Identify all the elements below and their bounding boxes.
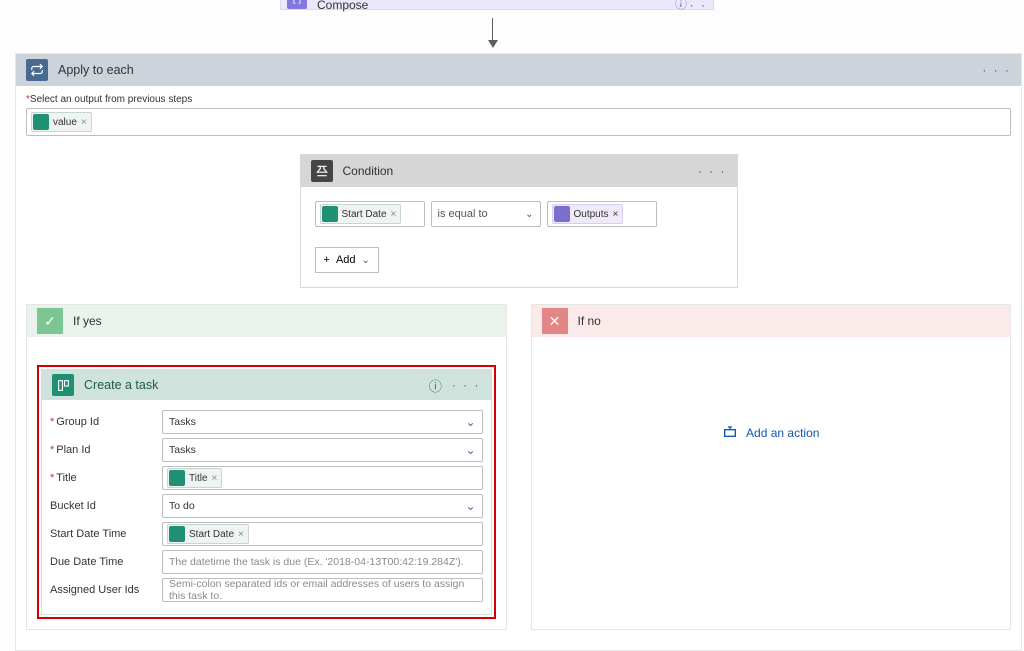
add-condition-row-button[interactable]: + Add ⌄ <box>315 247 379 273</box>
x-icon: ✕ <box>542 308 568 334</box>
loop-icon <box>26 59 48 81</box>
dynamic-value-icon <box>322 206 338 222</box>
chevron-down-icon: ⌄ <box>465 415 475 429</box>
token-label: Outputs <box>574 209 609 220</box>
if-no-label: If no <box>578 314 601 328</box>
compose-card: { } Compose ⓘ · · · <box>280 0 714 10</box>
token-label: Start Date <box>189 529 234 540</box>
create-task-menu-button[interactable]: · · · <box>452 378 481 392</box>
select-output-input[interactable]: value × <box>26 108 1011 136</box>
field-title: *Title Title × <box>50 466 483 490</box>
group-id-select[interactable]: Tasks ⌄ <box>162 410 483 434</box>
due-date-input[interactable]: The datetime the task is due (Ex. '2018-… <box>162 550 483 574</box>
field-group-id: *Group Id Tasks ⌄ <box>50 410 483 434</box>
chevron-down-icon: ⌄ <box>465 499 475 513</box>
planner-icon <box>52 374 74 396</box>
bucket-id-select[interactable]: To do ⌄ <box>162 494 483 518</box>
remove-token-button[interactable]: × <box>613 209 619 220</box>
if-yes-label: If yes <box>73 314 102 328</box>
apply-to-each-title: Apply to each <box>58 63 134 77</box>
start-date-input[interactable]: Start Date × <box>162 522 483 546</box>
chevron-down-icon: ⌄ <box>465 443 475 457</box>
apply-to-each-card: Apply to each · · · *Select an output fr… <box>15 53 1022 651</box>
chevron-down-icon: ⌄ <box>525 209 533 220</box>
plan-id-value: Tasks <box>169 444 196 456</box>
field-plan-id: *Plan Id Tasks ⌄ <box>50 438 483 462</box>
title-input[interactable]: Title × <box>162 466 483 490</box>
field-assigned-user-ids: Assigned User Ids Semi-colon separated i… <box>50 578 483 602</box>
condition-card: Condition · · · Start Date × is equal to… <box>300 154 738 288</box>
condition-branches: ✓ If yes Create a task ⓘ · · · <box>26 304 1011 630</box>
add-action-label: Add an action <box>746 426 819 440</box>
dynamic-value-icon <box>169 526 185 542</box>
if-yes-header[interactable]: ✓ If yes <box>27 305 506 337</box>
assigned-user-input[interactable]: Semi-colon separated ids or email addres… <box>162 578 483 602</box>
create-task-form: *Group Id Tasks ⌄ *Plan Id Tas <box>42 400 491 614</box>
create-task-card: Create a task ⓘ · · · *Group Id Tasks ⌄ <box>41 369 492 615</box>
dynamic-value-icon <box>33 114 49 130</box>
create-task-title: Create a task <box>84 378 158 392</box>
field-start-date-time: Start Date Time Start Date × <box>50 522 483 546</box>
chevron-down-icon: ⌄ <box>362 255 370 266</box>
operator-value: is equal to <box>438 208 488 220</box>
start-date-token[interactable]: Start Date × <box>320 204 402 224</box>
selection-highlight: Create a task ⓘ · · · *Group Id Tasks ⌄ <box>37 365 496 619</box>
token-label: value <box>53 117 77 128</box>
remove-token-button[interactable]: × <box>81 117 87 128</box>
condition-icon <box>311 160 333 182</box>
dynamic-value-icon <box>554 206 570 222</box>
apply-to-each-menu-button[interactable]: · · · <box>982 63 1011 77</box>
remove-token-button[interactable]: × <box>212 473 218 484</box>
token-label: Title <box>189 473 208 484</box>
add-action-button[interactable]: Add an action <box>542 365 1001 501</box>
field-bucket-id: Bucket Id To do ⌄ <box>50 494 483 518</box>
token-label: Start Date <box>342 209 387 220</box>
select-output-label: *Select an output from previous steps <box>26 94 1011 105</box>
compose-icon: { } <box>287 0 307 9</box>
title-token[interactable]: Title × <box>167 468 222 488</box>
condition-right-input[interactable]: Outputs × <box>547 201 657 227</box>
assigned-user-placeholder: Semi-colon separated ids or email addres… <box>169 578 476 602</box>
condition-menu-button[interactable]: · · · <box>698 164 727 178</box>
if-no-branch: ✕ If no Add an action <box>531 304 1012 630</box>
compose-title: Compose <box>317 0 368 12</box>
condition-left-input[interactable]: Start Date × <box>315 201 425 227</box>
if-no-header[interactable]: ✕ If no <box>532 305 1011 337</box>
start-date-token[interactable]: Start Date × <box>167 524 249 544</box>
due-date-placeholder: The datetime the task is due (Ex. '2018-… <box>169 556 464 568</box>
condition-header[interactable]: Condition · · · <box>301 155 737 187</box>
field-due-date-time: Due Date Time The datetime the task is d… <box>50 550 483 574</box>
check-icon: ✓ <box>37 308 63 334</box>
apply-to-each-body: *Select an output from previous steps va… <box>16 86 1021 650</box>
compose-menu-button[interactable]: · · · <box>678 0 707 12</box>
bucket-id-value: To do <box>169 500 195 512</box>
create-task-header[interactable]: Create a task ⓘ · · · <box>42 370 491 400</box>
remove-token-button[interactable]: × <box>391 209 397 220</box>
remove-token-button[interactable]: × <box>238 529 244 540</box>
value-token[interactable]: value × <box>31 112 92 132</box>
if-no-body: Add an action <box>532 337 1011 511</box>
plan-id-select[interactable]: Tasks ⌄ <box>162 438 483 462</box>
condition-title: Condition <box>343 164 394 178</box>
apply-to-each-header[interactable]: Apply to each · · · <box>16 54 1021 86</box>
if-yes-body: Create a task ⓘ · · · *Group Id Tasks ⌄ <box>27 337 506 629</box>
help-icon[interactable]: ⓘ <box>429 376 442 395</box>
plus-icon: + <box>324 254 330 266</box>
condition-operator-select[interactable]: is equal to ⌄ <box>431 201 541 227</box>
group-id-value: Tasks <box>169 416 196 428</box>
add-label: Add <box>336 254 356 266</box>
flow-arrow-icon <box>492 18 493 46</box>
dynamic-value-icon <box>169 470 185 486</box>
if-yes-branch: ✓ If yes Create a task ⓘ · · · <box>26 304 507 630</box>
outputs-token[interactable]: Outputs × <box>552 204 624 224</box>
condition-body: Start Date × is equal to ⌄ Outputs × <box>301 187 737 241</box>
